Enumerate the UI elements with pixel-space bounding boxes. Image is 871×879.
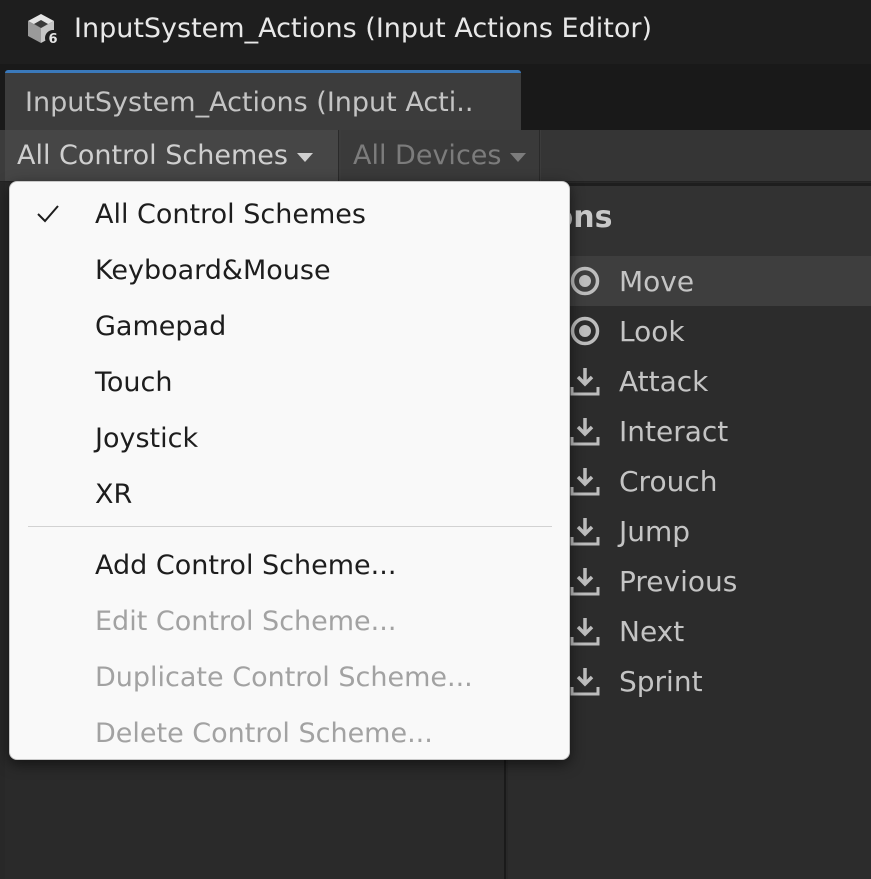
button-action-icon [568,664,602,698]
menu-item-xr[interactable]: XR [10,466,569,522]
button-action-icon [568,514,602,548]
menu-item-all-control-schemes[interactable]: All Control Schemes [10,186,569,242]
control-schemes-label: All Control Schemes [17,140,288,171]
checkmark-icon [36,203,60,225]
value-action-icon [568,314,602,348]
menu-item-label: Joystick [95,422,199,454]
menu-item-label: Duplicate Control Scheme... [95,661,473,693]
tab-strip: InputSystem_Actions (Input Acti.. [0,64,871,130]
action-label: Look [619,314,685,348]
menu-item-delete-control-scheme: Delete Control Scheme... [10,705,569,761]
menu-item-add-control-scheme[interactable]: Add Control Scheme... [10,537,569,593]
editor-toolbar: All Control Schemes All Devices [0,130,871,182]
tab-label: InputSystem_Actions (Input Acti.. [25,87,474,118]
action-label: Crouch [619,464,718,498]
menu-item-joystick[interactable]: Joystick [10,410,569,466]
action-label: Previous [619,564,738,598]
control-schemes-dropdown[interactable]: All Control Schemes [5,130,339,181]
window-title: InputSystem_Actions (Input Actions Edito… [74,13,652,44]
menu-item-label: All Control Schemes [95,198,366,230]
tab-input-actions[interactable]: InputSystem_Actions (Input Acti.. [5,70,521,130]
window-titlebar: 6 InputSystem_Actions (Input Actions Edi… [0,0,871,64]
action-label: Sprint [619,664,703,698]
chevron-down-icon [296,153,313,162]
value-action-icon [568,264,602,298]
action-label: Move [619,264,695,298]
button-action-icon [568,464,602,498]
button-action-icon [568,564,602,598]
action-label: Next [619,614,685,648]
toolbar-spacer [541,130,871,181]
control-schemes-menu: All Control Schemes Keyboard&Mouse Gamep… [9,181,570,760]
menu-item-label: Add Control Scheme... [95,549,397,581]
action-label: Attack [619,364,709,398]
devices-dropdown[interactable]: All Devices [341,130,540,181]
menu-item-label: Keyboard&Mouse [95,254,331,286]
menu-item-duplicate-control-scheme: Duplicate Control Scheme... [10,649,569,705]
menu-item-edit-control-scheme: Edit Control Scheme... [10,593,569,649]
button-action-icon [568,414,602,448]
menu-item-label: Edit Control Scheme... [95,605,397,637]
menu-separator [28,526,552,527]
menu-item-label: Gamepad [95,310,227,342]
menu-item-keyboard-mouse[interactable]: Keyboard&Mouse [10,242,569,298]
menu-item-label: Delete Control Scheme... [95,717,433,749]
menu-item-label: XR [95,478,133,510]
action-label: Jump [619,514,691,548]
chevron-down-icon [510,153,527,162]
devices-label: All Devices [353,140,502,171]
menu-item-touch[interactable]: Touch [10,354,569,410]
menu-item-label: Touch [95,366,173,398]
svg-text:6: 6 [48,32,57,47]
button-action-icon [568,364,602,398]
button-action-icon [568,614,602,648]
unity-cube-icon: 6 [24,12,62,48]
action-label: Interact [619,414,729,448]
menu-item-gamepad[interactable]: Gamepad [10,298,569,354]
